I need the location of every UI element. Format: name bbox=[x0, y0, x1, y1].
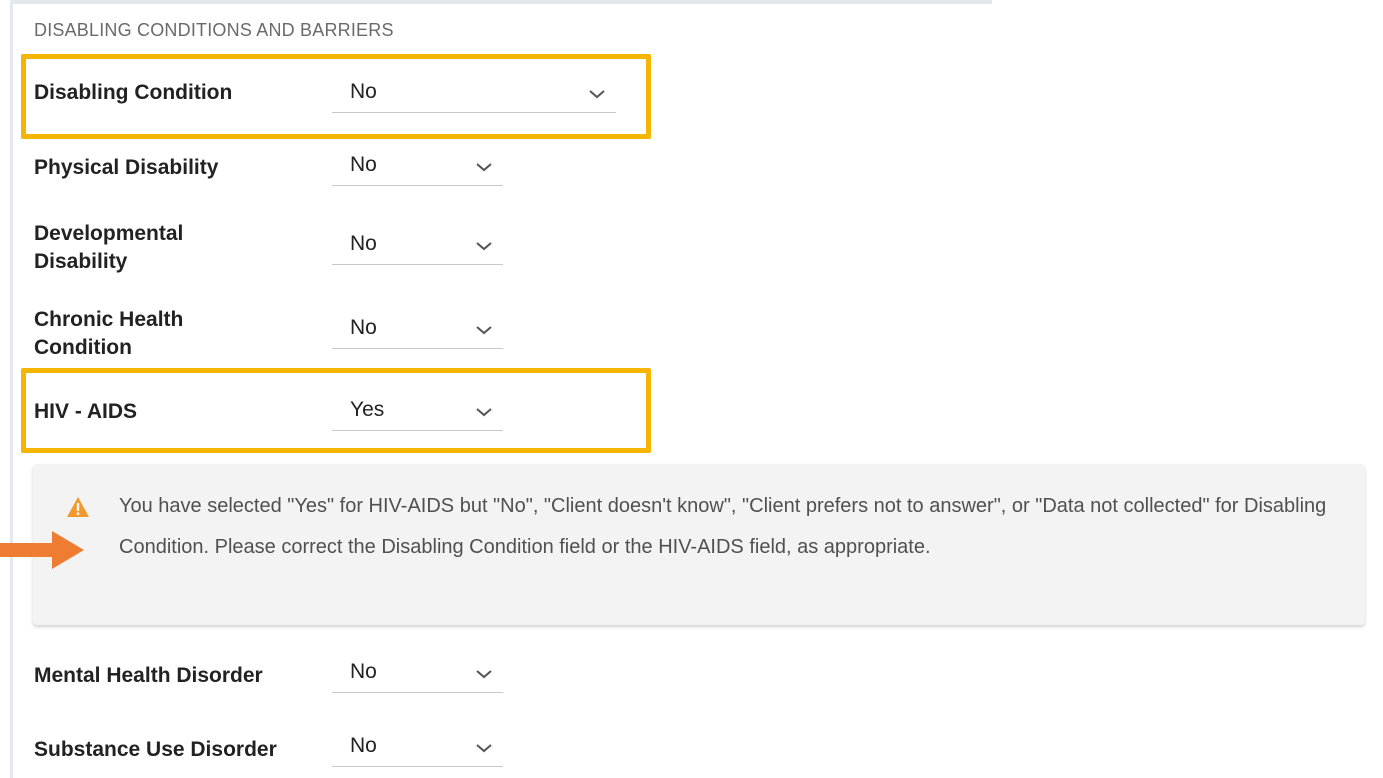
chevron-down-icon bbox=[476, 163, 492, 172]
substance-use-disorder-select[interactable]: No bbox=[332, 734, 503, 767]
disabling-condition-highlight bbox=[21, 54, 651, 139]
top-border bbox=[10, 0, 992, 4]
mental-health-disorder-label: Mental Health Disorder bbox=[34, 664, 263, 687]
chronic-health-condition-label: Chronic Health Condition bbox=[34, 308, 184, 359]
section-title: DISABLING CONDITIONS AND BARRIERS bbox=[34, 20, 394, 40]
chevron-down-icon bbox=[476, 242, 492, 251]
developmental-disability-select[interactable]: No bbox=[332, 232, 503, 265]
chevron-down-icon bbox=[476, 670, 492, 679]
physical-disability-label: Physical Disability bbox=[34, 156, 219, 179]
chronic-health-condition-value: No bbox=[350, 316, 377, 339]
warning-triangle-icon bbox=[67, 497, 89, 517]
mental-health-disorder-value: No bbox=[350, 660, 377, 683]
developmental-disability-value: No bbox=[350, 232, 377, 255]
warning-message: You have selected "Yes" for HIV-AIDS but… bbox=[119, 495, 1327, 558]
developmental-disability-label: Developmental Disability bbox=[34, 222, 184, 273]
chevron-down-icon bbox=[476, 326, 492, 335]
mental-health-disorder-select[interactable]: No bbox=[332, 660, 503, 693]
chevron-down-icon bbox=[476, 744, 492, 753]
chronic-health-condition-select[interactable]: No bbox=[332, 316, 503, 349]
form-page: DISABLING CONDITIONS AND BARRIERS Disabl… bbox=[0, 0, 1383, 778]
physical-disability-select[interactable]: No bbox=[332, 153, 503, 186]
substance-use-disorder-value: No bbox=[350, 734, 377, 757]
hiv-aids-highlight bbox=[21, 368, 651, 453]
substance-use-disorder-label: Substance Use Disorder bbox=[34, 738, 277, 761]
left-border bbox=[10, 0, 13, 778]
arrow-right-icon bbox=[0, 531, 84, 569]
physical-disability-value: No bbox=[350, 153, 377, 176]
